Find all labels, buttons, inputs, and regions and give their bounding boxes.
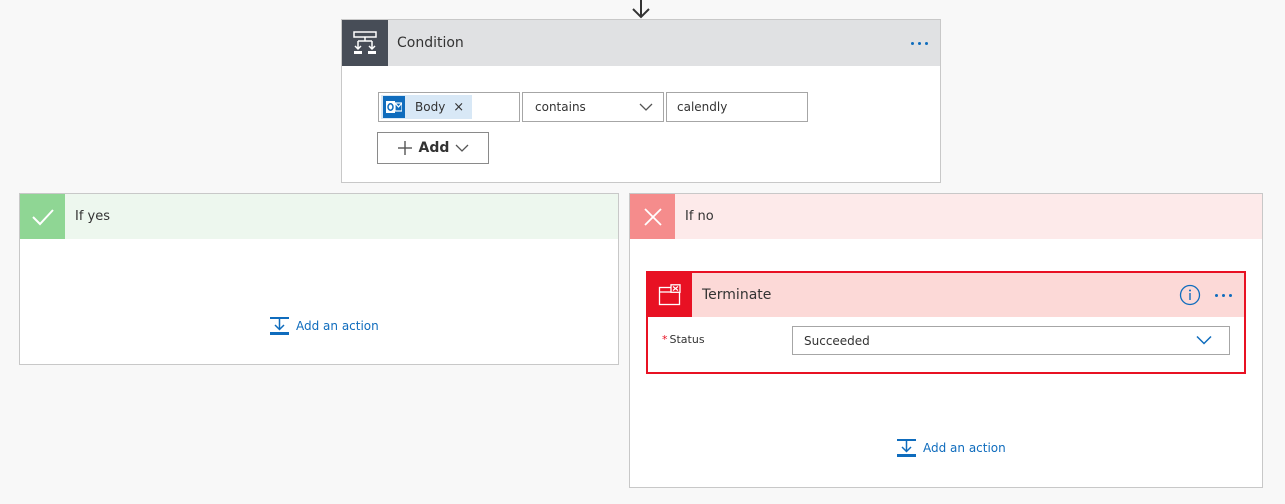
status-value: Succeeded — [804, 333, 870, 348]
if-no-header[interactable]: If no — [630, 194, 1262, 239]
close-icon — [630, 194, 675, 239]
chevron-down-icon — [455, 144, 469, 152]
if-yes-title: If yes — [75, 209, 111, 224]
status-label-text: Status — [669, 333, 705, 346]
terminate-icon — [648, 273, 692, 317]
status-select[interactable]: Succeeded — [792, 326, 1230, 355]
terminate-header[interactable]: Terminate — [648, 273, 1244, 317]
remove-token-icon[interactable]: × — [453, 100, 464, 115]
info-icon[interactable] — [1179, 284, 1201, 306]
operator-value: contains — [535, 100, 586, 114]
chevron-down-icon — [1196, 335, 1212, 345]
terminate-more-options-icon[interactable] — [1215, 288, 1232, 303]
required-marker: * — [662, 333, 668, 346]
add-action-icon — [270, 317, 289, 335]
checkmark-icon — [20, 194, 65, 239]
condition-operator-select[interactable]: contains — [522, 92, 664, 122]
condition-header[interactable]: Condition — [342, 20, 940, 66]
add-button-label: Add — [418, 140, 450, 156]
terminate-card: Terminate * Status Succeeded — [646, 271, 1246, 374]
condition-icon — [342, 20, 388, 66]
if-no-title: If no — [685, 209, 714, 224]
branch-if-yes: If yes Add an action — [19, 193, 619, 365]
condition-value-input[interactable] — [666, 92, 808, 122]
add-action-label: Add an action — [923, 441, 1006, 455]
plus-icon — [397, 141, 412, 155]
chevron-down-icon — [639, 103, 653, 111]
add-action-icon — [897, 439, 916, 457]
body-token-label: Body — [415, 100, 446, 114]
status-label: * Status — [662, 333, 705, 346]
body-token[interactable]: Body × — [381, 95, 473, 119]
condition-card: Condition Body × contains calendly Add — [341, 19, 941, 183]
flow-arrow-down-icon — [632, 0, 650, 19]
terminate-title: Terminate — [702, 287, 772, 303]
add-action-button-no[interactable]: Add an action — [896, 438, 1006, 458]
add-action-label: Add an action — [296, 319, 379, 333]
condition-row: Body × contains — [378, 92, 808, 122]
add-action-button-yes[interactable]: Add an action — [269, 316, 379, 336]
condition-title: Condition — [397, 35, 464, 51]
condition-more-options-icon[interactable] — [911, 36, 928, 51]
if-yes-header[interactable]: If yes — [20, 194, 618, 239]
add-condition-button[interactable]: Add — [377, 132, 489, 164]
outlook-icon — [383, 96, 405, 118]
condition-left-operand[interactable]: Body × — [378, 92, 520, 122]
